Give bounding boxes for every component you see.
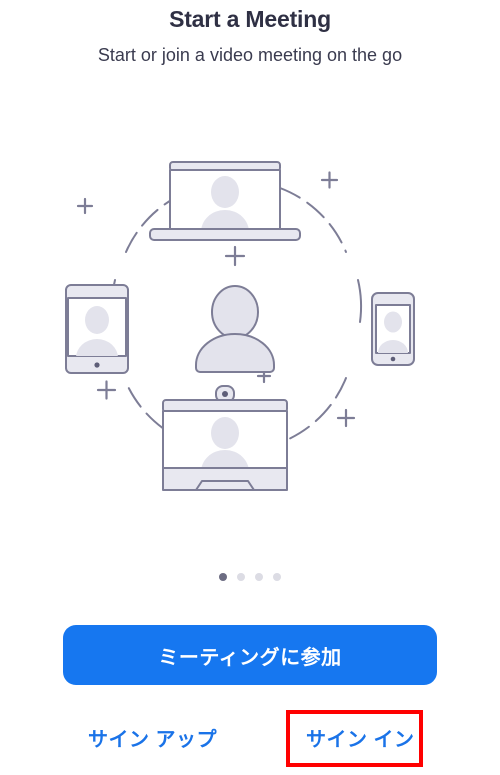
pager-dot-4[interactable]: [273, 573, 281, 581]
device-monitor: [162, 385, 288, 491]
pager-dot-2[interactable]: [237, 573, 245, 581]
device-laptop: [149, 161, 301, 241]
plus-icon: [96, 380, 117, 400]
device-smartphone: [371, 292, 415, 366]
footer-links: サイン アップ サイン イン: [0, 705, 500, 775]
pager-dot-3[interactable]: [255, 573, 263, 581]
onboarding-pager[interactable]: [0, 570, 500, 584]
plus-icon: [336, 408, 356, 428]
header: Start a Meeting Start or join a video me…: [0, 0, 500, 67]
page-subtitle: Start or join a video meeting on the go: [97, 45, 403, 65]
page-title: Start a Meeting: [169, 6, 331, 32]
plus-icon: [76, 197, 94, 215]
plus-icon: [320, 171, 339, 189]
video-meeting-devices-illustration: .ln { fill:none; stroke:#7d7d96; stroke-…: [65, 161, 415, 491]
sign-in-link[interactable]: サイン イン: [306, 726, 415, 754]
pager-dot-1[interactable]: [219, 573, 227, 581]
plus-icon: [224, 245, 246, 267]
center-person-avatar: [195, 285, 275, 373]
illustration: .ln { fill:none; stroke:#7d7d96; stroke-…: [0, 130, 500, 520]
device-tablet: [65, 284, 129, 374]
join-meeting-button[interactable]: ミーティングに参加: [63, 625, 437, 685]
sign-up-link[interactable]: サイン アップ: [88, 726, 217, 754]
